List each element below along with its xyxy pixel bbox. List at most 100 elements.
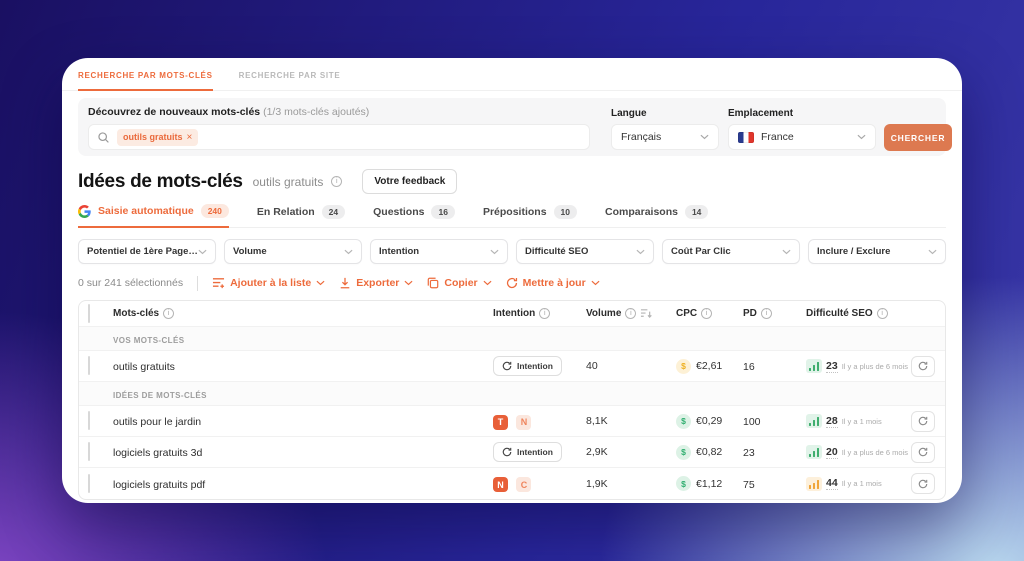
cpc-dollar-badge: $ [676,413,691,429]
section-vos-mots-cles: VOS MOTS-CLÉS [79,327,945,351]
tab-recherche-mots-cles[interactable]: RECHERCHE PAR MOTS-CLÉS [78,71,213,91]
keyword-text[interactable]: outils gratuits [113,361,175,373]
table-row[interactable]: outils gratuits Intention 40 $ €2,61 16 2… [79,351,945,382]
row-refresh-button[interactable] [911,355,935,377]
keyword-text[interactable]: logiciels gratuits pdf [113,479,205,491]
tab-saisie-automatique[interactable]: Saisie automatique 240 [78,204,229,228]
cpc-value: €0,82 [696,446,723,458]
action-bar: 0 sur 241 sélectionnés Ajouter à la list… [78,273,946,293]
results-header: Idées de mots-clés outils gratuits i Vot… [78,169,946,194]
add-list-icon [213,278,225,289]
col-pd: PD [743,308,757,319]
row-checkbox[interactable] [88,473,90,493]
row-refresh-button[interactable] [911,410,935,432]
app-card: RECHERCHE PAR MOTS-CLÉS RECHERCHE PAR SI… [62,58,962,503]
table-row[interactable]: logiciels gratuits pdf N C 1,9K $ €1,12 7… [79,468,945,499]
table-row[interactable]: logiciels gratuits 3d Intention 2,9K $ €0… [79,437,945,468]
cpc-dollar-badge: $ [676,476,691,491]
pd-value: 75 [743,478,755,491]
tab-prepositions[interactable]: Prépositions 10 [483,204,578,227]
tab-label: Saisie automatique [98,205,194,217]
copy-button[interactable]: Copier [427,277,492,289]
action-label: Copier [444,277,478,289]
tab-count-badge: 16 [431,204,455,219]
chip-remove-icon[interactable]: × [187,132,193,143]
sort-desc-icon[interactable] [640,308,653,319]
search-panel-title: Découvrez de nouveaux mots-clés (1/3 mot… [88,106,936,118]
table-row[interactable]: outils pour le jardin T N 8,1K $ €0,29 10… [79,406,945,437]
keyword-search-input[interactable]: outils gratuits × [88,124,590,150]
update-button[interactable]: Mettre à jour [506,277,600,289]
keyword-text[interactable]: logiciels gratuits 3d [113,447,202,459]
chevron-down-icon [483,280,492,286]
intent-badge-secondary[interactable]: N [516,414,532,430]
intention-button-label: Intention [517,361,553,371]
location-select[interactable]: France [728,124,876,150]
intent-badge-primary[interactable]: N [493,477,508,492]
export-button[interactable]: Exporter [339,277,413,289]
difficulty-chart-icon [806,414,822,428]
feedback-button[interactable]: Votre feedback [362,169,458,194]
filter-intention[interactable]: Intention [370,239,508,264]
filter-difficulte-seo[interactable]: Difficulté SEO [516,239,654,264]
tab-comparaisons[interactable]: Comparaisons 14 [605,204,709,227]
chevron-down-icon [857,134,866,140]
divider [197,275,199,291]
cpc-dollar-badge: $ [676,444,691,460]
info-icon[interactable]: i [760,308,772,319]
row-refresh-button[interactable] [911,441,935,463]
row-checkbox[interactable] [88,356,90,375]
intent-badge-secondary[interactable]: C [516,477,532,492]
info-icon[interactable]: i [701,308,713,319]
info-icon[interactable]: i [876,308,888,319]
tab-en-relation[interactable]: En Relation 24 [256,204,346,227]
tab-recherche-site[interactable]: RECHERCHE PAR SITE [239,71,341,90]
top-tab-bar: RECHERCHE PAR MOTS-CLÉS RECHERCHE PAR SI… [62,58,962,91]
search-button[interactable]: CHERCHER [884,124,952,151]
chevron-down-icon [591,280,600,286]
info-icon[interactable]: i [331,176,343,187]
cpc-value: €1,12 [696,477,723,490]
keyword-chip[interactable]: outils gratuits × [117,128,199,146]
difficulty-value[interactable]: 44 [826,477,838,490]
language-value: Français [621,131,662,143]
tab-label: En Relation [256,205,315,218]
select-all-checkbox[interactable] [88,303,90,323]
download-icon [340,277,350,289]
intent-badge-primary[interactable]: T [493,414,508,430]
col-volume: Volume [586,308,622,319]
chevron-down-icon [404,280,413,286]
tab-questions[interactable]: Questions 16 [373,204,455,227]
intention-refresh-button[interactable]: Intention [493,442,562,462]
filter-cout-par-clic[interactable]: Coût Par Clic [662,239,800,264]
row-checkbox[interactable] [88,411,90,430]
selection-count: 0 sur 241 sélectionnés [78,277,184,289]
tab-count-badge: 14 [684,204,709,219]
keyword-text[interactable]: outils pour le jardin [113,416,201,428]
info-icon[interactable]: i [539,308,551,319]
intention-refresh-button[interactable]: Intention [493,356,562,376]
filter-inclure-exclure[interactable]: Inclure / Exclure [808,239,946,264]
row-checkbox[interactable] [88,442,90,461]
chevron-down-icon [316,280,325,286]
chevron-down-icon [198,249,207,254]
difficulty-age: Il y a plus de 6 mois [841,447,908,457]
filter-ppp[interactable]: Potentiel de 1ère Page (PPP) [78,239,216,264]
search-icon [98,131,109,143]
difficulty-value[interactable]: 23 [826,360,838,373]
volume-value: 1,9K [586,477,608,490]
language-select[interactable]: Français [611,124,719,150]
filter-volume[interactable]: Volume [224,239,362,264]
volume-value: 2,9K [586,446,608,458]
info-icon[interactable]: i [625,308,637,319]
difficulty-chart-icon [806,445,822,459]
difficulty-age: Il y a plus de 6 mois [841,361,908,371]
difficulty-value[interactable]: 28 [826,415,838,428]
row-refresh-button[interactable] [911,473,935,494]
add-to-list-button[interactable]: Ajouter à la liste [212,277,325,289]
copy-icon [428,277,439,289]
info-icon[interactable]: i [163,308,175,319]
difficulty-value[interactable]: 20 [826,446,838,459]
refresh-icon [918,361,928,371]
tab-count-badge: 10 [553,204,578,219]
